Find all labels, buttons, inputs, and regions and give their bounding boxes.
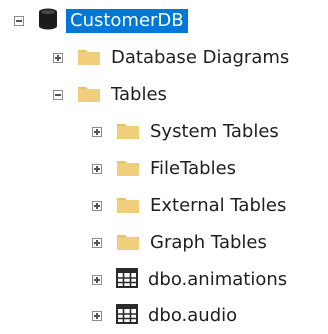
tree-node-label: Graph Tables (150, 231, 267, 253)
tree-node-label: CustomerDB (66, 8, 188, 33)
tree-node-dbo-animations[interactable]: dbo.animations (92, 261, 287, 298)
table-icon (116, 303, 138, 328)
expand-icon[interactable] (53, 52, 63, 63)
tree-node-database-diagrams[interactable]: Database Diagrams (53, 39, 289, 76)
tree-node-filetables[interactable]: FileTables (92, 150, 236, 187)
tree-node-label: FileTables (150, 157, 237, 179)
tree-node-system-tables[interactable]: System Tables (92, 113, 279, 150)
tree-node-label: dbo.animations (148, 268, 288, 290)
tree-node-label: dbo.audio (148, 304, 238, 326)
database-icon (38, 8, 58, 34)
folder-icon (116, 120, 140, 144)
folder-icon (116, 157, 140, 181)
folder-icon (77, 83, 101, 107)
tree-node-label: External Tables (150, 194, 287, 216)
collapse-icon[interactable] (14, 15, 24, 26)
tree-node-graph-tables[interactable]: Graph Tables (92, 224, 267, 261)
tree-node-label: Tables (111, 83, 167, 105)
table-icon (116, 267, 138, 292)
tree-node-label: System Tables (150, 120, 279, 142)
collapse-icon[interactable] (53, 89, 63, 100)
tree-node-customerdb[interactable]: CustomerDB (14, 2, 188, 39)
expand-icon[interactable] (92, 274, 102, 285)
tree-node-label: Database Diagrams (111, 46, 290, 68)
expand-icon[interactable] (92, 200, 102, 211)
folder-icon (77, 46, 101, 70)
expand-icon[interactable] (92, 163, 102, 174)
tree-node-external-tables[interactable]: External Tables (92, 187, 286, 224)
tree-node-tables[interactable]: Tables (53, 76, 167, 113)
expand-icon[interactable] (92, 126, 102, 137)
tree-node-dbo-audio[interactable]: dbo.audio (92, 297, 237, 334)
object-explorer-tree: CustomerDB Database Diagrams Tables Syst… (0, 0, 328, 334)
expand-icon[interactable] (92, 237, 102, 248)
folder-icon (116, 194, 140, 218)
folder-icon (116, 231, 140, 255)
expand-icon[interactable] (92, 310, 102, 321)
